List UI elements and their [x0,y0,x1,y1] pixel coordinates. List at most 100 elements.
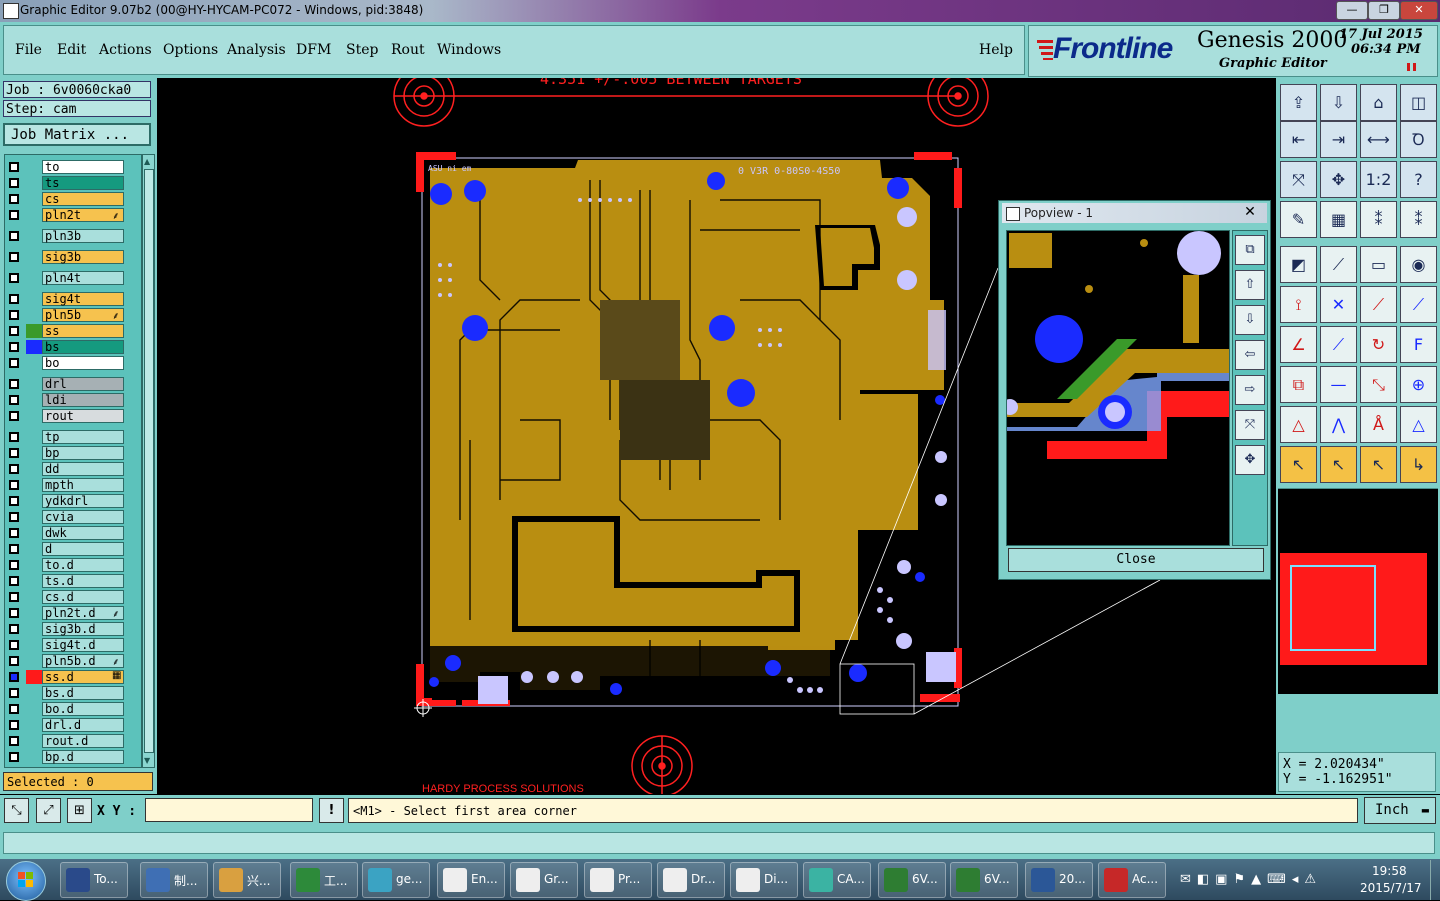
layer-row-ss-d[interactable]: ss.d ▦ [4,669,140,685]
layer-row-bs-d[interactable]: bs.d [4,685,140,701]
taskbar-item[interactable]: 兴... [213,862,281,898]
layer-row-to-d[interactable]: to.d [4,557,140,573]
snake-icon[interactable]: Ꝺ [1400,121,1437,158]
zoom-center-icon[interactable]: ✥ [1320,161,1357,198]
slash-icon[interactable]: ⟋ [1320,326,1357,363]
unit-selector[interactable]: Inch ▬ [1364,797,1436,824]
select-box-icon[interactable]: ↖ [1320,446,1357,483]
layer-row-pln3b[interactable]: pln3b [4,228,140,244]
layer-row-bo[interactable]: bo [4,355,140,371]
layer-checkbox[interactable] [9,624,19,634]
job-matrix-button[interactable]: Job Matrix ... [3,123,151,146]
snap-icon[interactable]: ⤢ [36,798,61,823]
layer-row-to[interactable]: to [4,159,140,175]
minimize-button[interactable]: — [1336,1,1368,20]
layer-checkbox[interactable] [9,640,19,650]
layer-checkbox[interactable] [9,480,19,490]
layer-row-bo-d[interactable]: bo.d [4,701,140,717]
fit-screen-icon[interactable]: ⤧ [1280,161,1317,198]
popview-center-icon[interactable]: ✥ [1235,445,1265,475]
layer-checkbox[interactable] [9,379,19,389]
layer-checkbox[interactable] [9,656,19,666]
layer-row-ts[interactable]: ts [4,175,140,191]
layer-checkbox[interactable] [9,704,19,714]
popview-canvas[interactable] [1006,230,1230,546]
layer-checkbox[interactable] [9,210,19,220]
angle-icon[interactable]: ∠ [1280,326,1317,363]
layers-select-icon[interactable]: ⁑ [1400,201,1437,238]
layer-row-mpth[interactable]: mpth [4,477,140,493]
taskbar-item[interactable]: ge... [362,862,430,898]
text-edit-icon[interactable]: F [1400,326,1437,363]
layer-checkbox[interactable] [9,496,19,506]
start-button[interactable] [6,861,46,901]
grid-icon[interactable]: ▦ [1320,201,1357,238]
move-node-icon[interactable]: ⟋ [1400,286,1437,323]
show-desktop-button[interactable] [1430,860,1440,900]
ruler-icon[interactable]: ▭ [1360,246,1397,283]
layers-compare-icon[interactable]: ⁑ [1360,201,1397,238]
tray-icons[interactable]: ✉◧▣⚑▲⌨◂⚠ [1180,872,1322,887]
layer-checkbox[interactable] [9,688,19,698]
layer-checkbox[interactable] [9,672,19,682]
close-window-button[interactable]: ✕ [1400,1,1438,20]
popview-titlebar[interactable]: Popview - 1 ✕ [1002,203,1267,223]
layer-row-rout[interactable]: rout [4,408,140,424]
taskbar-item[interactable]: Gr... [510,862,578,898]
layer-checkbox[interactable] [9,194,19,204]
layer-checkbox[interactable] [9,736,19,746]
grid-snap-icon[interactable]: ⊞ [67,798,92,823]
layer-row-ss[interactable]: ss [4,323,140,339]
layer-checkbox[interactable] [9,358,19,368]
layer-row-sig4t-d[interactable]: sig4t.d [4,637,140,653]
menu-rout[interactable]: Rout [391,42,425,58]
triangle-up-icon[interactable]: ⋀ [1320,406,1357,443]
layer-checkbox[interactable] [9,231,19,241]
undo-arc-icon[interactable]: ↻ [1360,326,1397,363]
layer-row-pln5b-d[interactable]: pln5b.d ⸙ [4,653,140,669]
overview-viewport[interactable] [1290,565,1376,651]
layer-checkbox[interactable] [9,608,19,618]
layer-checkbox[interactable] [9,273,19,283]
taskbar-item[interactable]: To... [60,862,128,898]
layer-row-ts-d[interactable]: ts.d [4,573,140,589]
triangle-a-icon[interactable]: Å [1360,406,1397,443]
layer-row-pln4t[interactable]: pln4t [4,270,140,286]
popview-zoom-in-icon[interactable]: ⧉ [1235,235,1265,265]
layer-checkbox[interactable] [9,448,19,458]
layer-checkbox[interactable] [9,294,19,304]
overview-map[interactable] [1278,488,1438,694]
scroll-up-icon[interactable]: ▲ [144,157,150,166]
layer-checkbox[interactable] [9,395,19,405]
home-icon[interactable]: ⌂ [1360,84,1397,121]
draw-line-icon[interactable]: ⟋ [1320,246,1357,283]
triangle-b-icon[interactable]: △ [1400,406,1437,443]
layer-checkbox[interactable] [9,592,19,602]
delete-node-icon[interactable]: ✕ [1320,286,1357,323]
layer-checkbox[interactable] [9,464,19,474]
layer-row-drl-d[interactable]: drl.d [4,717,140,733]
select-radius-icon[interactable]: ↖ [1360,446,1397,483]
layer-row-sig4t[interactable]: sig4t [4,291,140,307]
help-icon[interactable]: ? [1400,161,1437,198]
layer-row-ydkdrl[interactable]: ydkdrl [4,493,140,509]
popview-fit-icon[interactable]: ⤧ [1235,410,1265,440]
menu-file[interactable]: File [15,42,42,58]
scroll-thumb[interactable] [144,169,154,753]
layer-checkbox[interactable] [9,178,19,188]
layer-row-bp[interactable]: bp [4,445,140,461]
layer-row-bs[interactable]: bs [4,339,140,355]
circle-pad-icon[interactable]: ◉ [1400,246,1437,283]
layer-checkbox[interactable] [9,432,19,442]
pan-left-icon[interactable]: ⇤ [1280,121,1317,158]
popview-close-button[interactable]: Close [1008,548,1264,572]
layer-row-d[interactable]: d [4,541,140,557]
layer-row-ldi[interactable]: ldi [4,392,140,408]
menu-dfm[interactable]: DFM [296,42,331,58]
triangle-icon[interactable]: △ [1280,406,1317,443]
add-pad-icon[interactable]: ◩ [1280,246,1317,283]
layer-row-drl[interactable]: drl [4,376,140,392]
layer-checkbox[interactable] [9,342,19,352]
arc-icon[interactable]: ⟋ [1360,286,1397,323]
layer-checkbox[interactable] [9,326,19,336]
